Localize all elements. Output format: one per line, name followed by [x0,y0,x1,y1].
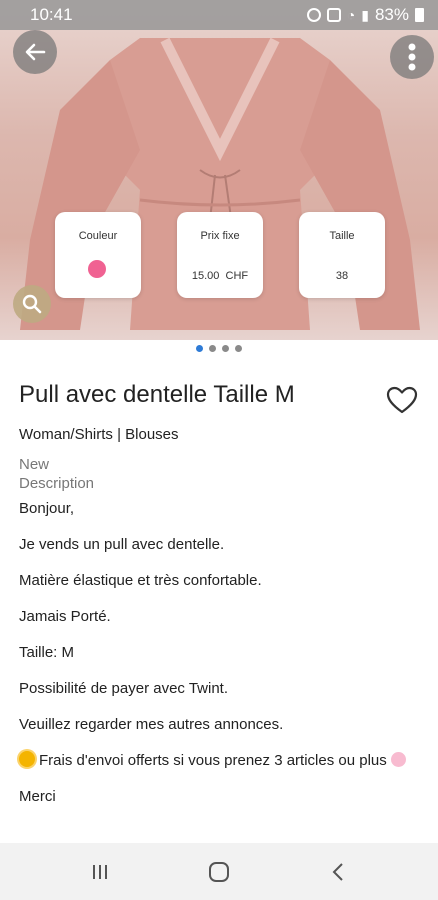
description-line: Jamais Porté. [19,608,111,625]
pager-dot[interactable] [196,345,203,352]
size-card: Taille 38 [299,212,385,298]
description-line: Matière élastique et très confortable. [19,572,262,589]
product-description: Bonjour, Je vends un pull avec dentelle.… [19,499,419,823]
arrow-left-icon [25,43,46,61]
search-icon [22,294,42,314]
image-pager[interactable] [0,345,438,352]
signal-icon: ▮ [361,6,369,23]
zoom-button[interactable] [13,285,51,323]
shipping-text: Frais d'envoi offerts si vous prenez 3 a… [39,752,387,769]
alarm-icon [306,8,321,22]
battery-icon [415,8,424,22]
size-card-label: Taille [329,230,355,242]
product-category[interactable]: Woman/Shirts | Blouses [19,426,179,443]
back-button[interactable] [13,30,57,74]
favorite-button[interactable] [386,386,418,419]
description-line: Possibilité de payer avec Twint. [19,680,228,697]
pager-dot[interactable] [235,345,242,352]
price-card-label: Prix fixe [200,230,240,242]
product-condition: New [19,456,50,473]
wifi-icon: ◔ [346,7,356,23]
pager-dot[interactable] [222,345,229,352]
size-value: 38 [335,270,349,282]
pager-dot[interactable] [209,345,216,352]
recent-apps-icon [92,864,107,879]
more-options-button[interactable] [390,35,434,79]
heart-icon [386,386,418,414]
color-card-label: Couleur [78,230,118,242]
description-line: Bonjour, [19,500,75,517]
status-time: 10:41 [30,5,73,24]
system-nav-bar [0,843,438,900]
battery-percent: 83% [374,5,409,24]
description-label: Description [19,475,95,492]
recent-apps-button[interactable] [80,852,120,892]
price-value: 15.00 CHF [191,270,249,282]
more-vertical-icon [408,43,416,71]
color-card: Couleur [55,212,141,298]
home-button[interactable] [199,852,239,892]
chevron-left-icon [332,862,344,881]
description-line-shipping: Frais d'envoi offerts si vous prenez 3 a… [19,751,419,771]
description-line: Merci [19,788,56,805]
status-bar: 10:41 ◔ ▮ 83% [0,0,438,30]
description-line: Veuillez regarder mes autres annonces. [19,716,284,733]
description-line: Taille: M [19,644,75,661]
home-icon [208,861,229,882]
sun-icon [19,751,35,767]
product-title: Pull avec dentelle Taille M [19,381,295,408]
price-card: Prix fixe 15.00 CHF [177,212,263,298]
back-nav-button[interactable] [318,852,358,892]
lock-icon [326,8,341,22]
color-swatch [88,260,106,278]
description-line: Je vends un pull avec dentelle. [19,536,225,553]
flower-icon [390,752,406,767]
